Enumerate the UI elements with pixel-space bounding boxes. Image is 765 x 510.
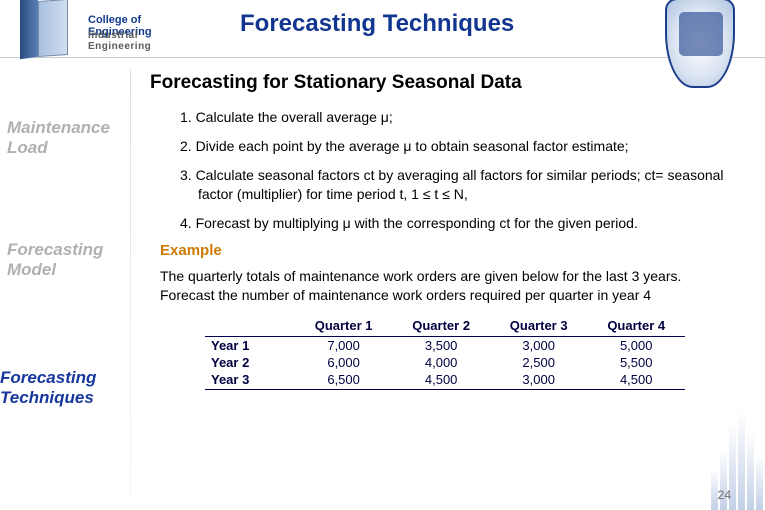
- col-q3: Quarter 3: [490, 317, 588, 337]
- sidebar-item-forecasting-techniques: Forecasting Techniques: [0, 368, 140, 409]
- row-head-y2: Year 2: [205, 354, 295, 371]
- header-bar: College of Engineering Industrial Engine…: [0, 0, 765, 58]
- table-header-row: Quarter 1 Quarter 2 Quarter 3 Quarter 4: [205, 317, 685, 337]
- cell: 7,000: [295, 337, 393, 355]
- cell: 6,500: [295, 371, 393, 390]
- cell: 5,500: [587, 354, 685, 371]
- col-blank: [205, 317, 295, 337]
- row-head-y3: Year 3: [205, 371, 295, 390]
- sidebar: Maintenance Load Forecasting Model Forec…: [0, 70, 130, 500]
- section-subtitle: Forecasting for Stationary Seasonal Data: [150, 72, 745, 94]
- col-q1: Quarter 1: [295, 317, 393, 337]
- example-heading: Example: [160, 242, 745, 259]
- table-row: Year 3 6,500 4,500 3,000 4,500: [205, 371, 685, 390]
- step-2: 2. Divide each point by the average μ to…: [198, 137, 745, 156]
- department-label: Industrial Engineering: [88, 30, 185, 52]
- col-q2: Quarter 2: [392, 317, 490, 337]
- university-crest-icon: [665, 0, 735, 88]
- cell: 4,500: [587, 371, 685, 390]
- cell: 3,500: [392, 337, 490, 355]
- table-row: Year 2 6,000 4,000 2,500 5,500: [205, 354, 685, 371]
- binder-graphic: [20, 0, 80, 60]
- content-area: Forecasting for Stationary Seasonal Data…: [150, 72, 745, 390]
- cell: 4,500: [392, 371, 490, 390]
- slide-title: Forecasting Techniques: [240, 10, 514, 38]
- header-left: College of Engineering Industrial Engine…: [0, 0, 185, 58]
- sidebar-item-forecasting-model: Forecasting Model: [7, 240, 103, 281]
- row-head-y1: Year 1: [205, 337, 295, 355]
- col-q4: Quarter 4: [587, 317, 685, 337]
- data-table: Quarter 1 Quarter 2 Quarter 3 Quarter 4 …: [205, 317, 685, 390]
- cell: 2,500: [490, 354, 588, 371]
- step-4: 4. Forecast by multiplying μ with the co…: [198, 214, 745, 233]
- cell: 3,000: [490, 371, 588, 390]
- sidebar-item-maintenance-load: Maintenance Load: [7, 118, 110, 159]
- example-text: The quarterly totals of maintenance work…: [160, 267, 735, 305]
- slide: College of Engineering Industrial Engine…: [0, 0, 765, 510]
- cell: 3,000: [490, 337, 588, 355]
- page-number: 24: [718, 488, 731, 502]
- cell: 6,000: [295, 354, 393, 371]
- cell: 4,000: [392, 354, 490, 371]
- divider-line: [130, 70, 131, 500]
- cell: 5,000: [587, 337, 685, 355]
- steps-list: 1. Calculate the overall average μ; 2. D…: [150, 108, 745, 232]
- step-3: 3. Calculate seasonal factors ct by aver…: [198, 166, 745, 204]
- table-row: Year 1 7,000 3,500 3,000 5,000: [205, 337, 685, 355]
- step-1: 1. Calculate the overall average μ;: [198, 108, 745, 127]
